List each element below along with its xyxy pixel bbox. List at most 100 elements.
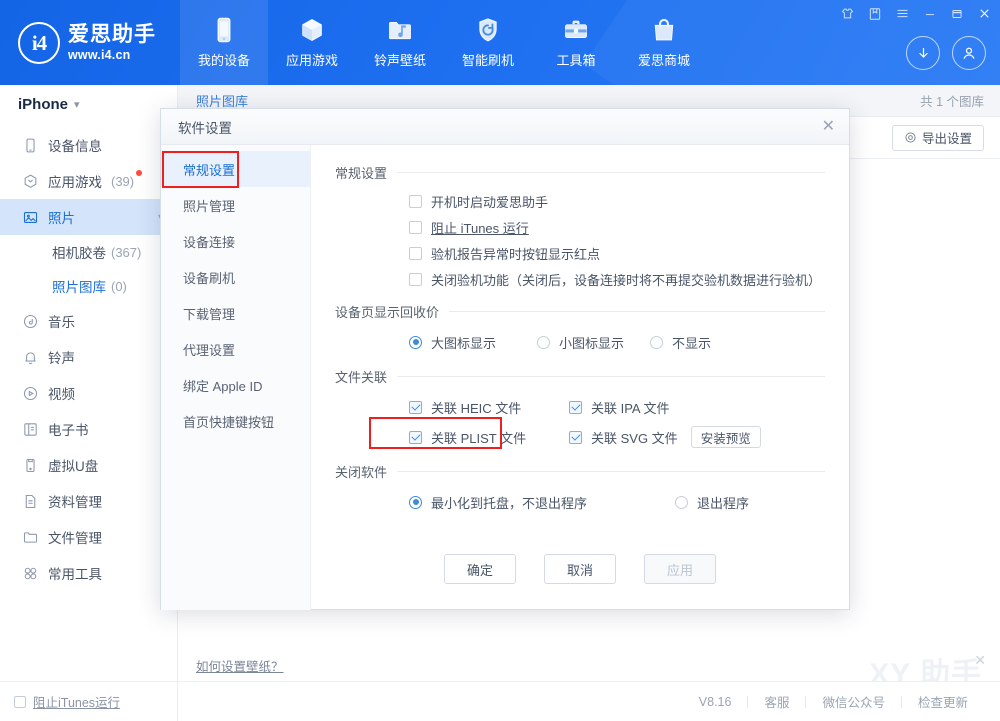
- sidebar-item-usb[interactable]: 虚拟U盘: [0, 447, 177, 483]
- option-assoc-plist[interactable]: 关联 PLIST 文件: [409, 424, 569, 450]
- wechat-official-link[interactable]: 微信公众号: [806, 692, 901, 711]
- sidebar-subitem-count: (0): [111, 279, 127, 294]
- option-label: 开机时启动爱思助手: [431, 192, 548, 211]
- option-assoc-ipa[interactable]: 关联 IPA 文件: [569, 394, 729, 420]
- sidebar-subitem-count: (367): [111, 245, 141, 260]
- radio-exit-program[interactable]: 退出程序: [675, 489, 749, 515]
- option-label: 阻止 iTunes 运行: [431, 218, 529, 237]
- close-icon[interactable]: ✕: [822, 119, 835, 135]
- dialog-tab-list: 常规设置 照片管理 设备连接 设备刷机 下载管理 代理设置 绑定: [161, 145, 311, 610]
- ok-label: 确定: [467, 560, 493, 579]
- radio-minimize-to-tray[interactable]: 最小化到托盘，不退出程序: [409, 489, 675, 515]
- group-header: 常规设置: [335, 163, 825, 182]
- dialog-tab-bind-apple-id[interactable]: 绑定 Apple ID: [161, 367, 310, 403]
- radio[interactable]: [537, 336, 550, 349]
- maximize-icon[interactable]: [950, 7, 964, 21]
- option-assoc-svg[interactable]: 关联 SVG 文件: [569, 424, 678, 450]
- dialog-tab-label: 常规设置: [183, 160, 235, 179]
- close-icon[interactable]: [977, 6, 992, 21]
- radio-hide[interactable]: 不显示: [650, 329, 711, 355]
- nav-item-apps-games[interactable]: 应用游戏: [268, 0, 356, 85]
- group-header: 关闭软件: [335, 462, 825, 481]
- dialog-tab-label: 照片管理: [183, 196, 235, 215]
- dialog-tab-photo-manage[interactable]: 照片管理: [161, 187, 310, 223]
- ok-button[interactable]: 确定: [444, 554, 516, 584]
- checkbox[interactable]: [409, 247, 422, 260]
- checkbox[interactable]: [409, 195, 422, 208]
- phone-icon: [210, 16, 238, 44]
- option-block-itunes[interactable]: 阻止 iTunes 运行: [409, 214, 825, 240]
- install-preview-button[interactable]: 安装预览: [691, 426, 761, 448]
- device-name: iPhone: [18, 96, 68, 113]
- sidebar-item-ringtone[interactable]: 铃声: [0, 339, 177, 375]
- sidebar-item-device-info[interactable]: 设备信息: [0, 127, 177, 163]
- note-icon[interactable]: [868, 7, 882, 21]
- group-file-association: 文件关联 关联 HEIC 文件 关联 IPA 文件: [335, 367, 825, 452]
- option-start-on-boot[interactable]: 开机时启动爱思助手: [409, 188, 825, 214]
- checkbox[interactable]: [409, 221, 422, 234]
- radio-small-icon[interactable]: 小图标显示: [537, 329, 650, 355]
- sidebar-item-photos[interactable]: 照片 ▾: [0, 199, 177, 235]
- dialog-tab-device-flash[interactable]: 设备刷机: [161, 259, 310, 295]
- export-settings-label: 导出设置: [922, 128, 972, 147]
- dialog-tab-download-manage[interactable]: 下载管理: [161, 295, 310, 331]
- dialog-tab-general[interactable]: 常规设置: [161, 151, 310, 187]
- sidebar-item-label: 照片: [48, 207, 75, 227]
- sidebar-subitem-photo-library[interactable]: 照片图库 (0): [0, 269, 177, 303]
- watermark-close-icon[interactable]: ✕: [974, 652, 986, 669]
- radio-large-icon[interactable]: 大图标显示: [409, 329, 537, 355]
- checkbox[interactable]: [409, 401, 422, 414]
- cancel-button[interactable]: 取消: [544, 554, 616, 584]
- dialog-tab-proxy-settings[interactable]: 代理设置: [161, 331, 310, 367]
- sidebar-bottom-option[interactable]: 阻止iTunes运行: [0, 681, 178, 721]
- option-disable-inspection[interactable]: 关闭验机功能（关闭后，设备连接时将不再提交验机数据进行验机）: [409, 266, 825, 292]
- skin-icon[interactable]: [840, 6, 855, 21]
- nav-item-toolbox[interactable]: 工具箱: [532, 0, 620, 85]
- radio[interactable]: [675, 496, 688, 509]
- nav-label: 铃声壁纸: [374, 50, 426, 69]
- sidebar-item-music[interactable]: 音乐: [0, 303, 177, 339]
- customer-service-link[interactable]: 客服: [748, 692, 805, 711]
- radio[interactable]: [650, 336, 663, 349]
- export-settings-button[interactable]: 导出设置: [892, 125, 984, 151]
- check-update-link[interactable]: 检查更新: [902, 692, 984, 711]
- minimize-icon[interactable]: [923, 7, 937, 21]
- data-icon: [22, 493, 39, 510]
- dialog-tab-home-shortcut[interactable]: 首页快捷键按钮: [161, 403, 310, 439]
- sidebar-item-file-manage[interactable]: 文件管理: [0, 519, 177, 555]
- menu-icon[interactable]: [895, 6, 910, 21]
- radio[interactable]: [409, 496, 422, 509]
- sidebar-item-video[interactable]: 视频: [0, 375, 177, 411]
- sidebar-item-common-tools[interactable]: 常用工具: [0, 555, 177, 591]
- checkbox[interactable]: [409, 431, 422, 444]
- checkbox[interactable]: [569, 401, 582, 414]
- checkbox[interactable]: [409, 273, 422, 286]
- nav-item-ringtone-wallpaper[interactable]: 铃声壁纸: [356, 0, 444, 85]
- nav-item-store[interactable]: 爱思商城: [620, 0, 708, 85]
- divider: [397, 172, 825, 173]
- sidebar-item-data-manage[interactable]: 资料管理: [0, 483, 177, 519]
- option-assoc-heic[interactable]: 关联 HEIC 文件: [409, 394, 569, 420]
- logo-mark-icon: i4: [18, 22, 60, 64]
- device-selector[interactable]: iPhone ▾: [0, 85, 177, 123]
- nav-item-smart-flash[interactable]: 智能刷机: [444, 0, 532, 85]
- sidebar-subitem-label: 相机胶卷: [52, 242, 106, 262]
- nav-label: 智能刷机: [462, 50, 514, 69]
- dialog-title-bar: 软件设置 ✕: [161, 109, 849, 145]
- radio[interactable]: [409, 336, 422, 349]
- download-icon[interactable]: [906, 36, 940, 70]
- account-icon[interactable]: [952, 36, 986, 70]
- app-logo[interactable]: i4 爱思助手 www.i4.cn: [18, 16, 173, 70]
- radio-label: 小图标显示: [559, 333, 624, 352]
- how-to-set-wallpaper-link[interactable]: 如何设置壁纸？: [196, 656, 284, 675]
- recycle-radio-group: 大图标显示 小图标显示 不显示: [335, 327, 825, 357]
- option-red-dot-on-abnormal-report[interactable]: 验机报告异常时按钮显示红点: [409, 240, 825, 266]
- sidebar-item-apps-games[interactable]: 应用游戏 (39): [0, 163, 177, 199]
- block-itunes-checkbox[interactable]: [14, 696, 26, 708]
- dialog-tab-device-connect[interactable]: 设备连接: [161, 223, 310, 259]
- sidebar-subitem-camera-roll[interactable]: 相机胶卷 (367): [0, 235, 177, 269]
- sidebar-item-ebook[interactable]: 电子书: [0, 411, 177, 447]
- checkbox[interactable]: [569, 431, 582, 444]
- sidebar-item-label: 常用工具: [48, 563, 102, 583]
- nav-item-my-device[interactable]: 我的设备: [180, 0, 268, 85]
